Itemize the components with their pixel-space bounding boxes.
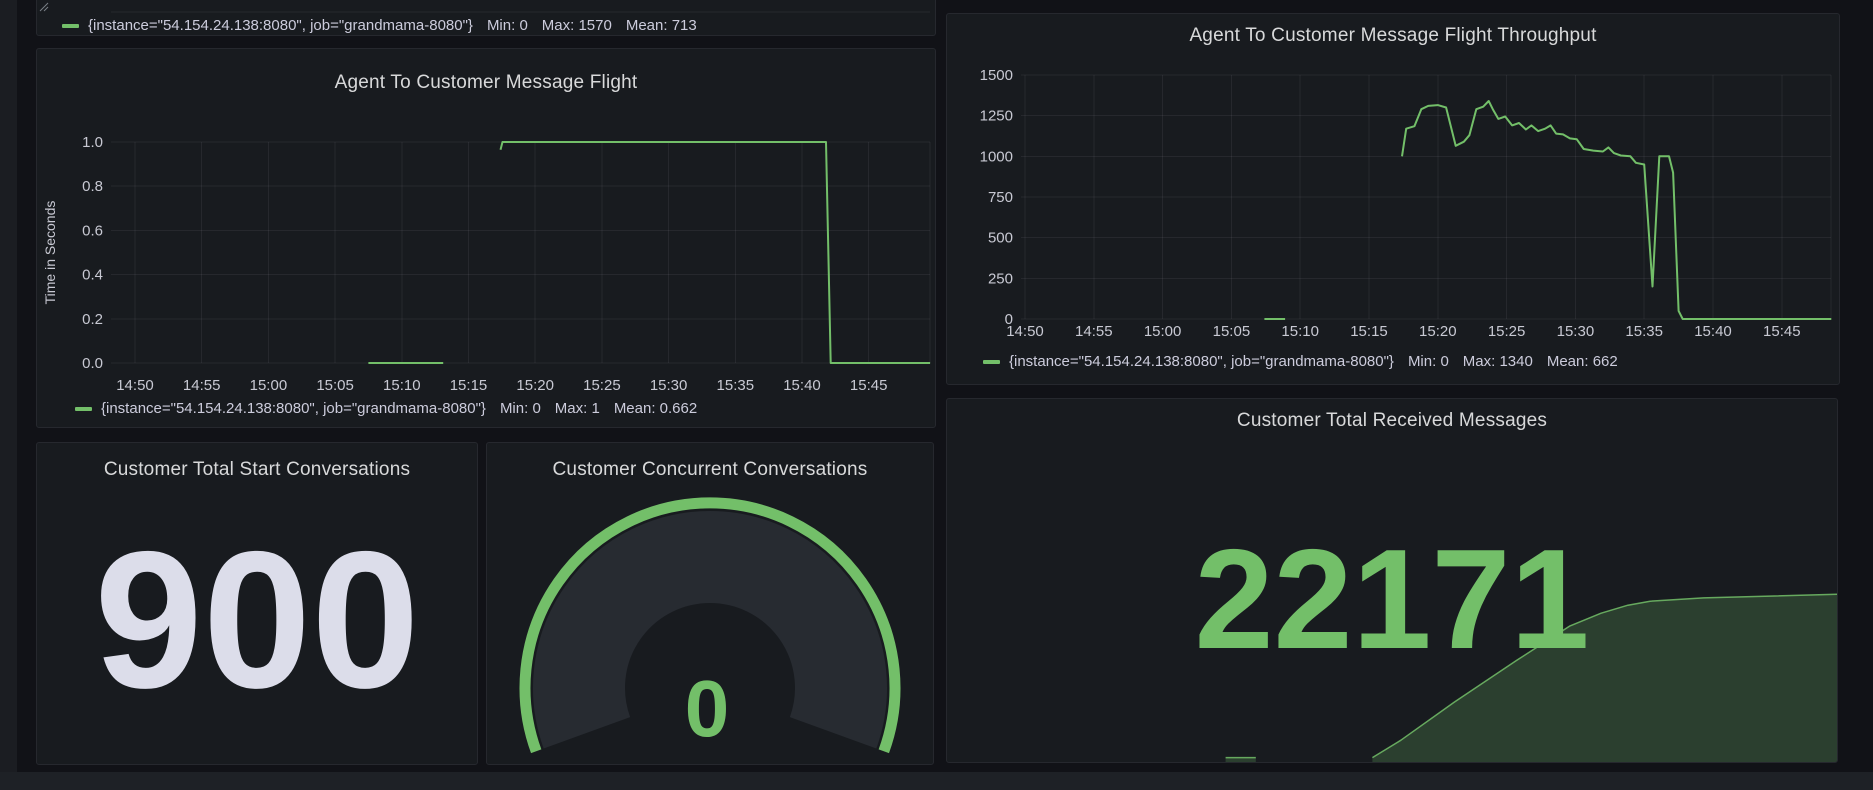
stat-value: 22171 [1195, 529, 1590, 671]
svg-text:1000: 1000 [980, 148, 1013, 165]
legend-row: {instance="54.154.24.138:8080", job="gra… [75, 400, 711, 417]
message-flight-chart-plot[interactable]: 0.0 0.2 0.4 0.6 0.8 1.0 14:50 14:55 15:00 15:05 15… [37, 49, 935, 427]
svg-text:250: 250 [988, 270, 1013, 287]
svg-text:15:20: 15:20 [1419, 323, 1457, 340]
page-left-strip [0, 0, 17, 772]
svg-text:15:00: 15:00 [250, 377, 288, 394]
throughput-chart-plot[interactable]: 025050075010001250150014:5014:5515:0015:… [947, 14, 1839, 384]
series-color-dash [983, 360, 1000, 364]
svg-text:15:35: 15:35 [717, 377, 755, 394]
svg-text:15:40: 15:40 [1694, 323, 1732, 340]
svg-text:14:55: 14:55 [183, 377, 221, 394]
legend-series-label[interactable]: {instance="54.154.24.138:8080", job="gra… [1009, 353, 1394, 370]
svg-text:0.4: 0.4 [82, 267, 103, 284]
svg-text:15:10: 15:10 [1281, 323, 1319, 340]
legend-series-label[interactable]: {instance="54.154.24.138:8080", job="gra… [88, 17, 473, 34]
svg-text:0.2: 0.2 [82, 311, 103, 328]
bottom-bar [0, 772, 1873, 790]
legend-row: {instance="54.154.24.138:8080", job="gra… [62, 17, 711, 34]
svg-text:15:05: 15:05 [1213, 323, 1251, 340]
svg-text:500: 500 [988, 230, 1013, 247]
panel-title[interactable]: Customer Total Start Conversations [37, 459, 477, 481]
series-color-dash [75, 407, 92, 411]
panel-message-flight: Agent To Customer Message Flight 0.00.20… [36, 48, 936, 428]
svg-text:14:50: 14:50 [1006, 323, 1044, 340]
svg-text:0.6: 0.6 [82, 222, 103, 239]
legend-mean: Mean: 662 [1547, 353, 1618, 370]
svg-text:15:35: 15:35 [1625, 323, 1663, 340]
panel-concurrent-conversations: Customer Concurrent Conversations 0 [486, 442, 934, 765]
stat-value: 900 [94, 523, 419, 718]
panel-resize-handle[interactable] [37, 0, 49, 12]
legend-max: Max: 1 [555, 400, 600, 417]
svg-text:15:15: 15:15 [1350, 323, 1388, 340]
svg-text:15:45: 15:45 [850, 377, 888, 394]
legend-max: Max: 1340 [1463, 353, 1533, 370]
dashboard: {instance="54.154.24.138:8080", job="gra… [0, 0, 1873, 790]
svg-text:1250: 1250 [980, 108, 1013, 125]
svg-text:14:50: 14:50 [116, 377, 154, 394]
legend-series-label[interactable]: {instance="54.154.24.138:8080", job="gra… [101, 400, 486, 417]
legend-mean: Mean: 0.662 [614, 400, 697, 417]
svg-text:750: 750 [988, 189, 1013, 206]
svg-text:1.0: 1.0 [82, 134, 103, 151]
legend-max: Max: 1570 [542, 17, 612, 34]
svg-text:Time in Seconds: Time in Seconds [42, 201, 58, 305]
legend-mean: Mean: 713 [626, 17, 697, 34]
gauge-value: 0 [685, 664, 730, 753]
legend-min: Min: 0 [500, 400, 541, 417]
panel-message-flight-throughput: Agent To Customer Message Flight Through… [946, 13, 1840, 385]
panel-partial-top: {instance="54.154.24.138:8080", job="gra… [36, 0, 936, 36]
svg-text:15:45: 15:45 [1763, 323, 1801, 340]
svg-text:15:30: 15:30 [1557, 323, 1595, 340]
gauge: 0 [487, 443, 933, 764]
svg-text:0.8: 0.8 [82, 178, 103, 195]
svg-text:15:15: 15:15 [450, 377, 488, 394]
legend-row: {instance="54.154.24.138:8080", job="gra… [983, 353, 1632, 370]
series-color-dash [62, 24, 79, 28]
svg-text:15:20: 15:20 [516, 377, 554, 394]
panel-total-start-conversations: Customer Total Start Conversations 900 [36, 442, 478, 765]
svg-text:15:10: 15:10 [383, 377, 421, 394]
legend-min: Min: 0 [1408, 353, 1449, 370]
panel-total-received-messages: Customer Total Received Messages 22171 [946, 398, 1838, 763]
svg-text:14:55: 14:55 [1075, 323, 1113, 340]
svg-text:15:30: 15:30 [650, 377, 688, 394]
svg-text:1500: 1500 [980, 67, 1013, 84]
svg-text:15:25: 15:25 [583, 377, 621, 394]
svg-text:15:05: 15:05 [316, 377, 354, 394]
svg-text:15:25: 15:25 [1488, 323, 1526, 340]
svg-text:15:00: 15:00 [1144, 323, 1182, 340]
svg-text:15:40: 15:40 [783, 377, 821, 394]
legend-min: Min: 0 [487, 17, 528, 34]
svg-text:0.0: 0.0 [82, 355, 103, 372]
